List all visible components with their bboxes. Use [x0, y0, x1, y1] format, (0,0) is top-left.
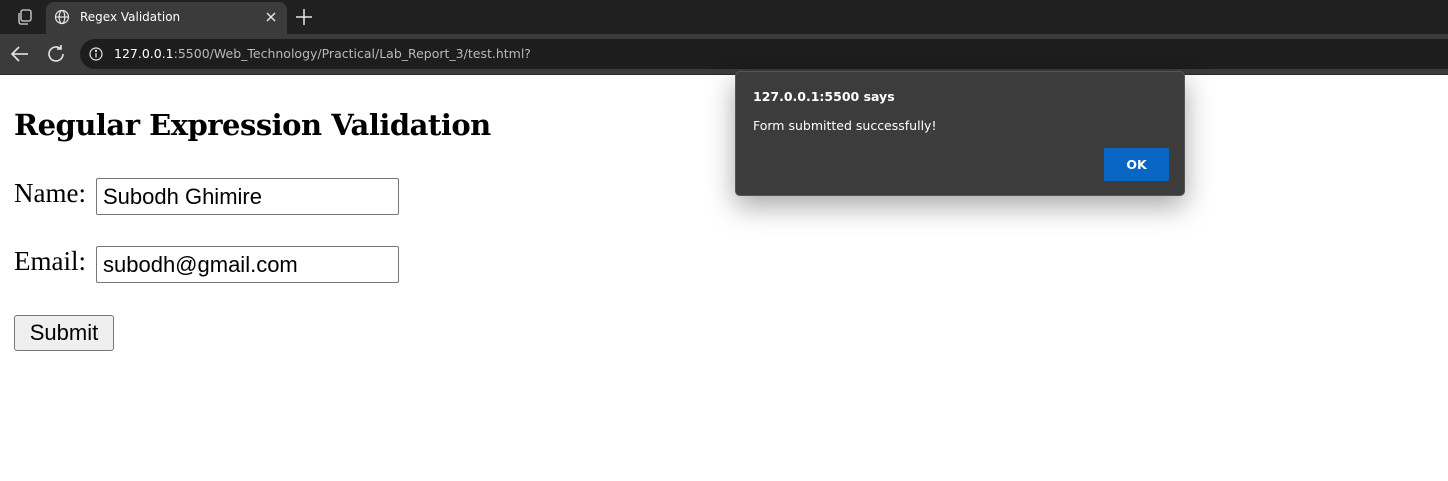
- workspaces-icon: [18, 9, 32, 25]
- submit-button[interactable]: Submit: [14, 315, 114, 351]
- address-bar[interactable]: 127.0.0.1:5500/Web_Technology/Practical/…: [80, 39, 1448, 69]
- info-icon[interactable]: [89, 47, 103, 61]
- url-path: :5500/Web_Technology/Practical/Lab_Repor…: [173, 46, 531, 61]
- url-host: 127.0.0.1: [114, 46, 174, 61]
- alert-title: 127.0.0.1:5500 says: [753, 89, 895, 104]
- arrow-left-icon[interactable]: [8, 42, 32, 66]
- email-label: Email:: [14, 246, 86, 276]
- workspaces-button[interactable]: [8, 4, 42, 30]
- plus-icon[interactable]: [292, 6, 316, 28]
- tab-regex-validation[interactable]: Regex Validation: [46, 2, 287, 34]
- tab-title: Regex Validation: [80, 10, 181, 24]
- email-input[interactable]: [96, 246, 399, 283]
- page-title: Regular Expression Validation: [14, 108, 491, 142]
- ok-button[interactable]: OK: [1104, 148, 1169, 181]
- name-input[interactable]: [96, 178, 399, 215]
- url-text: 127.0.0.1:5500/Web_Technology/Practical/…: [114, 46, 531, 61]
- tab-bar: Regex Validation: [0, 0, 1448, 34]
- reload-icon[interactable]: [44, 42, 68, 66]
- globe-icon: [54, 9, 70, 25]
- alert-dialog: 127.0.0.1:5500 says Form submitted succe…: [735, 71, 1185, 196]
- alert-message: Form submitted successfully!: [753, 118, 937, 133]
- browser-toolbar: 127.0.0.1:5500/Web_Technology/Practical/…: [0, 34, 1448, 75]
- name-label: Name:: [14, 178, 86, 208]
- close-icon[interactable]: [263, 9, 279, 25]
- page-content: Regular Expression Validation Name: Emai…: [0, 75, 1448, 481]
